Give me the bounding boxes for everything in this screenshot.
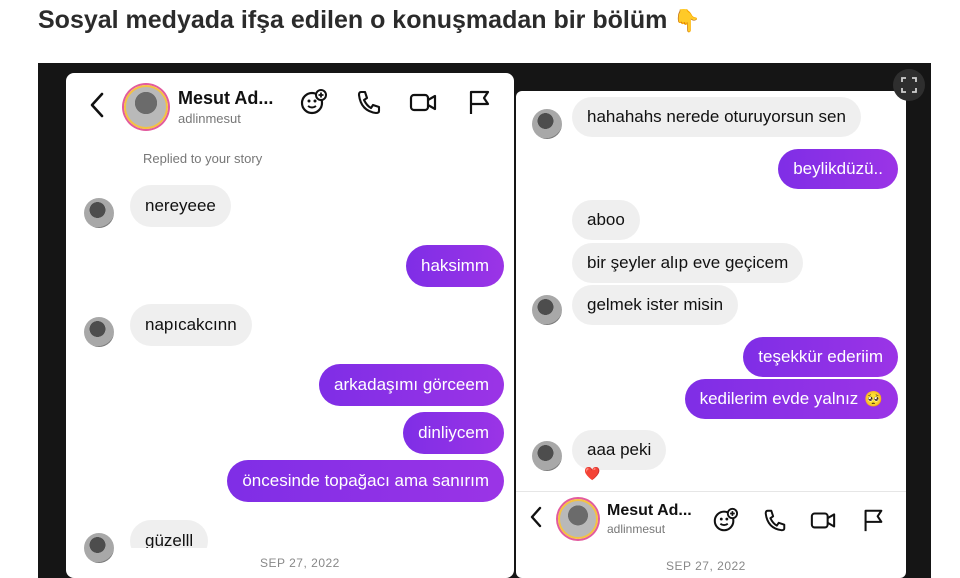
message-bubble: bir şeyler alıp eve geçicem xyxy=(572,243,804,283)
message-bubble: dinliycem xyxy=(403,412,504,454)
message-bubble: nereyeee xyxy=(130,185,231,227)
chat-panel-right: hahahahs nerede oturuyorsun sen beylikdü… xyxy=(516,91,906,578)
contact-username: adlinmesut xyxy=(607,522,666,536)
article-headline: Sosyal medyada ifşa edilen o konuşmadan … xyxy=(38,6,701,35)
back-chevron-icon[interactable] xyxy=(528,505,546,534)
date-separator: SEP 27, 2022 xyxy=(260,556,340,570)
message-bubble: haksimm xyxy=(405,245,504,287)
chat-header: Mesut Ad... adlinmesut xyxy=(528,499,692,539)
expand-icon[interactable] xyxy=(893,69,925,101)
message-bubble: öncesinde topağacı ama sanırım xyxy=(227,460,504,502)
contact-info[interactable]: Mesut Ad... adlinmesut xyxy=(607,502,692,536)
video-icon[interactable] xyxy=(808,505,838,535)
flag-icon[interactable] xyxy=(858,505,888,535)
back-chevron-icon[interactable] xyxy=(88,91,110,124)
sender-avatar xyxy=(532,441,562,471)
chat-panel-left: Mesut Ad... adlinmesut Replied to your s… xyxy=(66,73,514,578)
replied-to-story-note: Replied to your story xyxy=(143,151,263,166)
phone-icon[interactable] xyxy=(760,505,790,535)
message-bubble: hahahahs nerede oturuyorsun sen xyxy=(572,97,861,137)
flag-icon[interactable] xyxy=(464,87,494,117)
contact-username: adlinmesut xyxy=(178,111,241,126)
pleading-face-emoji: 🥺 xyxy=(864,391,883,408)
sticker-add-icon[interactable] xyxy=(710,505,740,535)
message-text: kedilerim evde yalnız xyxy=(699,389,859,408)
message-bubble: beylikdüzü.. xyxy=(778,149,898,189)
contact-name: Mesut Ad... xyxy=(607,502,692,519)
message-bubble: aaa peki xyxy=(572,430,667,470)
message-bubble: aboo xyxy=(572,200,640,240)
message-bubble: napıcakcınn xyxy=(130,304,252,346)
chat-header: Mesut Ad... adlinmesut xyxy=(88,85,273,129)
screenshot-frame: Mesut Ad... adlinmesut Replied to your s… xyxy=(38,63,931,578)
sticker-add-icon[interactable] xyxy=(298,87,328,117)
heart-reaction-icon: ❤️ xyxy=(584,466,601,481)
phone-icon[interactable] xyxy=(354,87,384,117)
contact-name: Mesut Ad... xyxy=(178,88,274,108)
pointing-down-emoji: 👇 xyxy=(673,8,701,33)
message-bubble: teşekkür ederiim xyxy=(743,337,898,377)
sender-avatar xyxy=(84,533,114,563)
video-icon[interactable] xyxy=(408,87,438,117)
sender-avatar xyxy=(532,295,562,325)
message-bubble: gelmek ister misin xyxy=(572,285,739,325)
date-separator: SEP 27, 2022 xyxy=(666,559,746,573)
sender-avatar xyxy=(84,317,114,347)
sender-avatar xyxy=(84,198,114,228)
divider xyxy=(516,491,906,492)
message-bubble: arkadaşımı görceem xyxy=(319,364,504,406)
avatar[interactable] xyxy=(558,499,598,539)
avatar[interactable] xyxy=(124,85,168,129)
message-bubble-with-emoji: kedilerim evde yalnız 🥺 xyxy=(684,379,898,419)
sender-avatar xyxy=(532,109,562,139)
headline-text: Sosyal medyada ifşa edilen o konuşmadan … xyxy=(38,6,668,34)
date-strip: SEP 27, 2022 xyxy=(120,548,468,578)
contact-info[interactable]: Mesut Ad... adlinmesut xyxy=(178,88,273,126)
